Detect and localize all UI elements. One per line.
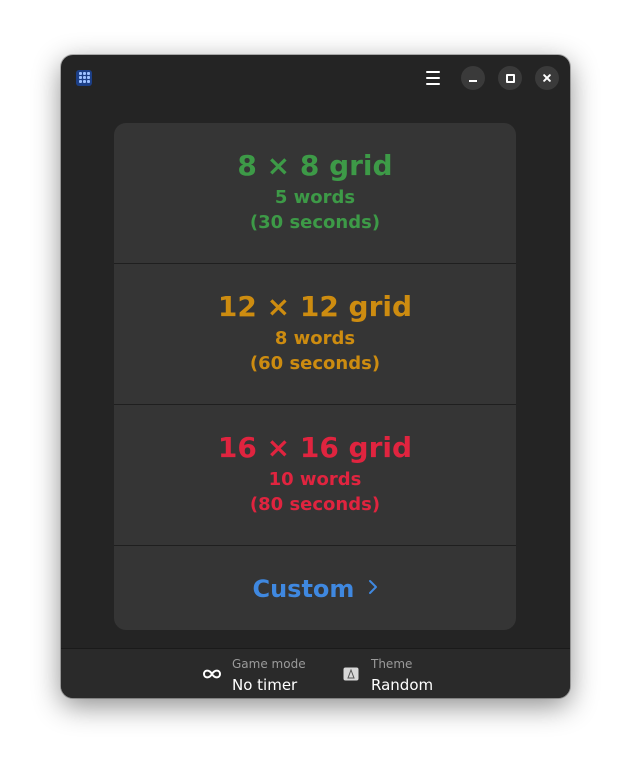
chevron-right-icon [368, 580, 377, 594]
game-mode-caption: Game mode [232, 657, 306, 671]
hamburger-line [426, 83, 440, 85]
main-menu-button[interactable] [418, 66, 448, 90]
custom-difficulty-row[interactable]: Custom [114, 545, 516, 630]
custom-label: Custom [252, 575, 355, 603]
difficulty-medium-words: 8 words [274, 328, 356, 349]
custom-label-group: Custom [114, 572, 516, 606]
app-icon [76, 70, 92, 86]
bottom-bar: Game mode No timer Theme Random [61, 649, 570, 698]
difficulty-easy-row[interactable]: 8 × 8 grid 5 words (30 seconds) [114, 123, 516, 263]
difficulty-easy-title: 8 × 8 grid [237, 149, 393, 182]
difficulty-hard-time: (80 seconds) [249, 494, 381, 515]
theme-value[interactable]: Random [371, 675, 433, 695]
difficulty-list: 8 × 8 grid 5 words (30 seconds) 12 × 12 … [114, 123, 516, 630]
infinity-icon [202, 669, 222, 679]
close-button[interactable] [535, 66, 559, 90]
game-mode-value[interactable]: No timer [232, 675, 297, 695]
theme-caption: Theme [371, 657, 413, 671]
difficulty-hard-title: 16 × 16 grid [217, 431, 413, 464]
difficulty-hard-row[interactable]: 16 × 16 grid 10 words (80 seconds) [114, 404, 516, 545]
app-window: 8 × 8 grid 5 words (30 seconds) 12 × 12 … [61, 55, 570, 698]
difficulty-medium-title: 12 × 12 grid [217, 290, 413, 323]
hamburger-line [426, 77, 440, 79]
hamburger-menu-icon [426, 71, 440, 73]
theme-icon [343, 667, 359, 681]
difficulty-easy-words: 5 words [274, 187, 356, 208]
minimize-button[interactable] [461, 66, 485, 90]
difficulty-medium-row[interactable]: 12 × 12 grid 8 words (60 seconds) [114, 263, 516, 404]
header-bar [61, 55, 570, 101]
maximize-button[interactable] [498, 66, 522, 90]
difficulty-easy-time: (30 seconds) [249, 212, 381, 233]
difficulty-medium-time: (60 seconds) [249, 353, 381, 374]
difficulty-hard-words: 10 words [268, 469, 362, 490]
